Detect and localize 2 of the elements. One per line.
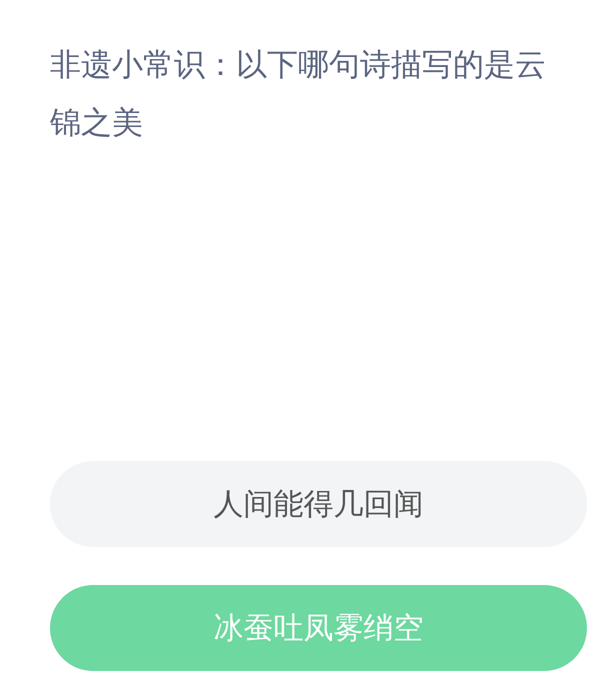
question-text: 非遗小常识：以下哪句诗描写的是云锦之美: [50, 46, 547, 143]
answer-option[interactable]: 人间能得几回闻: [50, 461, 587, 547]
